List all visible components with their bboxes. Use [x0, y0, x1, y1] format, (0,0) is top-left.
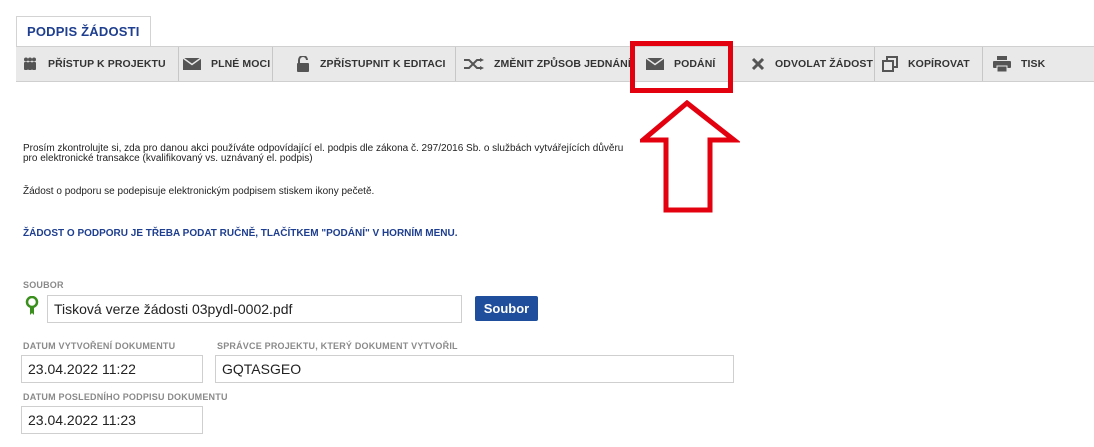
people-icon: [22, 57, 38, 71]
toolbar-zmenit-zpusob-jednani[interactable]: ZMĚNIT ZPŮSOB JEDNÁNÍ: [464, 47, 631, 81]
toolbar-label: ODVOLAT ŽÁDOST: [775, 58, 874, 70]
tab-podpis-zadosti[interactable]: PODPIS ŽÁDOSTI: [16, 16, 151, 46]
notice-text: ŽÁDOST O PODPORU JE TŘEBA PODAT RUČNĚ, T…: [23, 228, 458, 239]
copy-icon: [882, 56, 898, 72]
toolbar: PŘÍSTUP K PROJEKTU PLNÉ MOCI ZPŘÍSTUPNIT…: [16, 46, 1094, 82]
last-sign-date-field[interactable]: 23.04.2022 11:23: [21, 406, 203, 434]
toolbar-kopirovat[interactable]: KOPÍROVAT: [882, 47, 970, 81]
highlight-box: [630, 41, 733, 93]
envelope-icon: [183, 58, 201, 70]
last-sign-date-label: DATUM POSLEDNÍHO PODPISU DOKUMENTU: [23, 392, 228, 402]
toolbar-zpristupnit-k-editaci[interactable]: ZPŘÍSTUPNIT K EDITACI: [296, 47, 446, 81]
project-admin-field[interactable]: GQTASGEO: [215, 355, 734, 383]
created-date-label: DATUM VYTVOŘENÍ DOKUMENTU: [23, 341, 176, 351]
info-text-line2: pro elektronické transakce (kvalifikovan…: [23, 153, 313, 164]
toolbar-label: PLNÉ MOCI: [211, 58, 271, 70]
toolbar-label: ZPŘÍSTUPNIT K EDITACI: [320, 58, 446, 70]
toolbar-tisk[interactable]: TISK: [993, 47, 1045, 81]
printer-icon: [993, 56, 1011, 72]
toolbar-separator: [455, 47, 456, 81]
file-button[interactable]: Soubor: [475, 296, 538, 321]
toolbar-plne-moci[interactable]: PLNÉ MOCI: [183, 47, 270, 81]
toolbar-pristup-k-projektu[interactable]: PŘÍSTUP K PROJEKTU: [22, 47, 166, 81]
toolbar-label: PŘÍSTUP K PROJEKTU: [48, 58, 166, 70]
info-sign-text: Žádost o podporu se podepisuje elektroni…: [23, 186, 375, 197]
created-date-field[interactable]: 23.04.2022 11:22: [21, 355, 203, 383]
file-name-field[interactable]: Tisková verze žádosti 03pydl-0002.pdf: [47, 295, 462, 323]
shuffle-icon: [464, 58, 484, 70]
toolbar-separator: [272, 47, 273, 81]
toolbar-separator: [874, 47, 875, 81]
file-label: SOUBOR: [23, 280, 64, 290]
toolbar-odvolat-zadost[interactable]: ODVOLAT ŽÁDOST: [751, 47, 873, 81]
toolbar-separator: [982, 47, 983, 81]
close-icon: [751, 57, 765, 71]
seal-icon[interactable]: [25, 296, 39, 316]
toolbar-separator: [178, 47, 179, 81]
toolbar-label: TISK: [1021, 58, 1046, 70]
toolbar-label: ZMĚNIT ZPŮSOB JEDNÁNÍ: [494, 58, 631, 70]
project-admin-label: SPRÁVCE PROJEKTU, KTERÝ DOKUMENT VYTVOŘI…: [217, 341, 458, 351]
unlock-icon: [296, 56, 310, 72]
tab-strip: PODPIS ŽÁDOSTI: [0, 0, 1094, 46]
arrow-up-icon: [640, 100, 740, 213]
toolbar-label: KOPÍROVAT: [908, 58, 970, 70]
